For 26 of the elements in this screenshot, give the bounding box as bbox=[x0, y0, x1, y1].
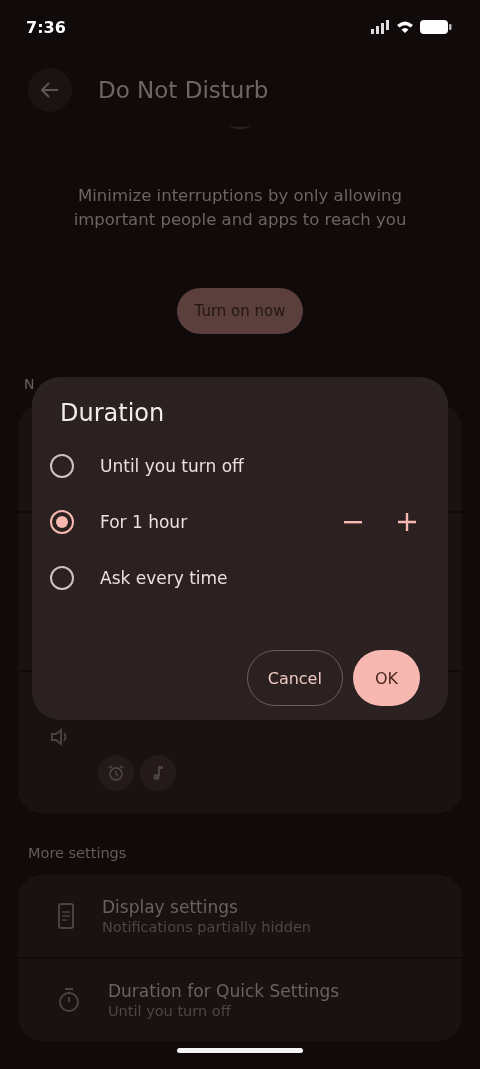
illustration-icon bbox=[227, 124, 253, 132]
option-label: Ask every time bbox=[100, 568, 229, 588]
alarm-clock-icon bbox=[107, 764, 125, 782]
section-header: N bbox=[24, 376, 35, 392]
signal-icon bbox=[370, 20, 390, 34]
back-button[interactable] bbox=[28, 68, 72, 112]
plus-icon bbox=[398, 513, 416, 531]
phone-icon bbox=[58, 903, 74, 929]
wifi-icon bbox=[396, 20, 414, 34]
radio-button[interactable] bbox=[50, 454, 74, 478]
radio-button[interactable] bbox=[50, 566, 74, 590]
status-time: 7:36 bbox=[26, 17, 66, 37]
minus-icon bbox=[344, 520, 362, 524]
item-title: Display settings bbox=[102, 897, 239, 917]
back-arrow-icon bbox=[40, 80, 60, 100]
timer-icon bbox=[58, 987, 80, 1013]
radio-button[interactable] bbox=[50, 510, 74, 534]
section-header: More settings bbox=[28, 845, 127, 861]
page-title: Do Not Disturb bbox=[98, 77, 269, 103]
ok-button[interactable]: OK bbox=[352, 650, 420, 706]
description-text: Minimize interruptions by only allowing important people and apps to reach you bbox=[72, 185, 408, 231]
item-title: Duration for Quick Settings bbox=[108, 981, 340, 1001]
battery-icon bbox=[420, 19, 452, 35]
option-label: Until you turn off bbox=[100, 456, 245, 476]
dialog-title: Duration bbox=[60, 399, 166, 427]
option-label: For 1 hour bbox=[100, 512, 189, 532]
